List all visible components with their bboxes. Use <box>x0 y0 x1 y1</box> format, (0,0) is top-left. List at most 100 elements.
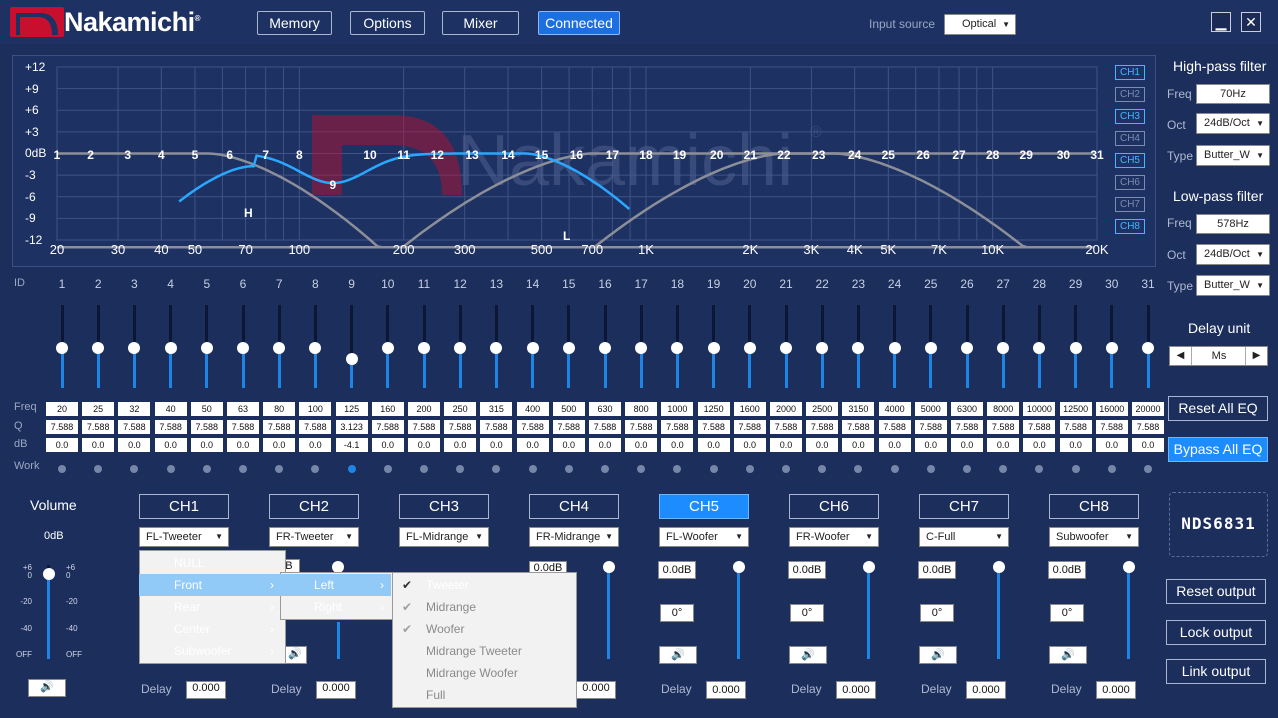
band-q-input[interactable]: 7.588 <box>82 420 114 434</box>
channel-toggle-ch1[interactable]: CH1 <box>1115 65 1145 80</box>
band-freq-input[interactable]: 5000 <box>915 402 947 416</box>
eq-point-label[interactable]: 13 <box>460 148 484 162</box>
band-work-indicator[interactable] <box>710 465 718 473</box>
band-db-input[interactable]: 0.0 <box>734 438 766 452</box>
output-mute-button[interactable]: 🔊 <box>919 646 957 664</box>
band-db-input[interactable]: 0.0 <box>987 438 1019 452</box>
output-ch7-button[interactable]: CH7 <box>919 494 1009 519</box>
band-slider-track[interactable] <box>640 348 643 388</box>
output-slider-knob[interactable] <box>603 561 615 573</box>
output-ch8-route-select[interactable]: Subwoofer▼ <box>1049 527 1139 547</box>
band-work-indicator[interactable] <box>1108 465 1116 473</box>
band-freq-input[interactable]: 125 <box>336 402 368 416</box>
band-q-input[interactable]: 7.588 <box>698 420 730 434</box>
band-db-input[interactable]: 0.0 <box>1023 438 1055 452</box>
band-slider-knob[interactable] <box>309 342 321 354</box>
output-ch4-button[interactable]: CH4 <box>529 494 619 519</box>
eq-point-label[interactable]: 19 <box>668 148 692 162</box>
eq-point-label[interactable]: 28 <box>981 148 1005 162</box>
band-slider-track[interactable] <box>278 348 281 388</box>
band-slider-track[interactable] <box>785 348 788 388</box>
output-slider-track[interactable] <box>867 571 870 659</box>
band-freq-input[interactable]: 800 <box>625 402 657 416</box>
ch2-mute-button[interactable]: 🔊 <box>283 646 307 664</box>
output-slider-track[interactable] <box>607 571 610 659</box>
band-slider-track[interactable] <box>314 348 317 388</box>
eq-point-label[interactable]: 6 <box>218 148 242 162</box>
mixer-button[interactable]: Mixer <box>442 11 519 35</box>
highpass-oct-select[interactable]: 24dB/Oct▼ <box>1196 113 1270 134</box>
band-q-input[interactable]: 7.588 <box>661 420 693 434</box>
band-slider-knob[interactable] <box>780 342 792 354</box>
channel-toggle-ch8[interactable]: CH8 <box>1115 219 1145 234</box>
side-menu-item[interactable]: Left› <box>280 574 391 596</box>
band-work-indicator[interactable] <box>818 465 826 473</box>
band-slider-knob[interactable] <box>1033 342 1045 354</box>
band-slider-knob[interactable] <box>599 342 611 354</box>
side-menu-item[interactable]: Right› <box>280 596 391 618</box>
band-slider-knob[interactable] <box>816 342 828 354</box>
band-q-input[interactable]: 7.588 <box>444 420 476 434</box>
eq-point-label[interactable]: 17 <box>600 148 624 162</box>
band-work-indicator[interactable] <box>529 465 537 473</box>
highpass-type-select[interactable]: Butter_W▼ <box>1196 145 1270 166</box>
band-work-indicator[interactable] <box>637 465 645 473</box>
band-slider-knob[interactable] <box>92 342 104 354</box>
output-ch5-route-select[interactable]: FL-Woofer▼ <box>659 527 749 547</box>
band-work-indicator[interactable] <box>94 465 102 473</box>
band-freq-input[interactable]: 50 <box>191 402 223 416</box>
band-slider-knob[interactable] <box>925 342 937 354</box>
lowpass-freq-input[interactable]: 578Hz <box>1196 214 1270 234</box>
band-slider-track[interactable] <box>386 348 389 388</box>
band-db-input[interactable]: 0.0 <box>1096 438 1128 452</box>
lowpass-oct-select[interactable]: 24dB/Oct▼ <box>1196 244 1270 265</box>
band-slider-track[interactable] <box>1147 348 1150 388</box>
band-freq-input[interactable]: 25 <box>82 402 114 416</box>
highpass-marker[interactable]: H <box>244 206 253 220</box>
band-work-indicator[interactable] <box>1035 465 1043 473</box>
band-slider-knob[interactable] <box>635 342 647 354</box>
band-work-indicator[interactable] <box>746 465 754 473</box>
band-slider-track[interactable] <box>712 348 715 388</box>
band-slider-knob[interactable] <box>997 342 1009 354</box>
band-db-input[interactable]: 0.0 <box>82 438 114 452</box>
band-db-input[interactable]: 0.0 <box>1132 438 1164 452</box>
band-q-input[interactable]: 7.588 <box>118 420 150 434</box>
band-q-input[interactable]: 7.588 <box>770 420 802 434</box>
band-work-indicator[interactable] <box>565 465 573 473</box>
memory-button[interactable]: Memory <box>257 11 332 35</box>
band-slider-knob[interactable] <box>671 342 683 354</box>
band-work-indicator[interactable] <box>239 465 247 473</box>
band-work-indicator[interactable] <box>891 465 899 473</box>
band-work-indicator[interactable] <box>275 465 283 473</box>
band-q-input[interactable]: 7.588 <box>1023 420 1055 434</box>
eq-point-label[interactable]: 22 <box>772 148 796 162</box>
band-q-input[interactable]: 7.588 <box>1060 420 1092 434</box>
route-menu-item[interactable]: Rear› <box>139 596 284 618</box>
band-work-indicator[interactable] <box>999 465 1007 473</box>
band-slider-knob[interactable] <box>128 342 140 354</box>
band-db-input[interactable]: 0.0 <box>299 438 331 452</box>
band-q-input[interactable]: 7.588 <box>589 420 621 434</box>
band-work-indicator[interactable] <box>854 465 862 473</box>
band-slider-track[interactable] <box>423 348 426 388</box>
band-slider-track[interactable] <box>857 348 860 388</box>
band-db-input[interactable]: 0.0 <box>118 438 150 452</box>
channel-toggle-ch3[interactable]: CH3 <box>1115 109 1145 124</box>
band-work-indicator[interactable] <box>130 465 138 473</box>
reset-all-eq-button[interactable]: Reset All EQ <box>1168 396 1268 421</box>
band-slider-track[interactable] <box>61 348 64 388</box>
band-freq-input[interactable]: 160 <box>372 402 404 416</box>
options-button[interactable]: Options <box>350 11 425 35</box>
band-slider-track[interactable] <box>242 348 245 388</box>
band-db-input[interactable]: 0.0 <box>372 438 404 452</box>
band-q-input[interactable]: 7.588 <box>46 420 78 434</box>
route-menu-item[interactable]: Front› <box>139 574 284 596</box>
band-slider-track[interactable] <box>966 348 969 388</box>
output-slider-knob[interactable] <box>733 561 745 573</box>
output-ch7-route-select[interactable]: C-Full▼ <box>919 527 1009 547</box>
band-freq-input[interactable]: 2500 <box>806 402 838 416</box>
output-slider-track[interactable] <box>1127 571 1130 659</box>
eq-point-label[interactable]: 3 <box>116 148 140 162</box>
band-slider-track[interactable] <box>821 348 824 388</box>
